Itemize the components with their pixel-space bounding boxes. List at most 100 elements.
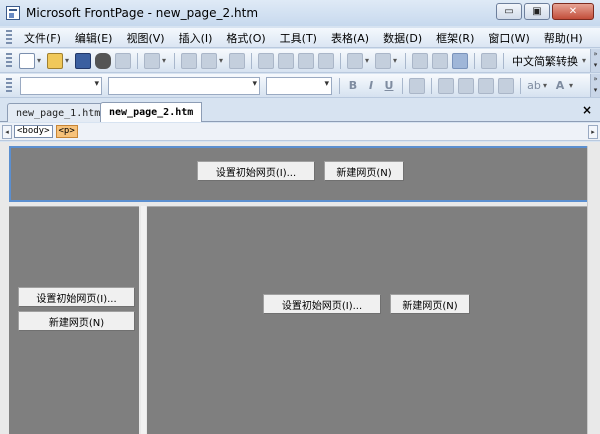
close-button[interactable]: ✕ xyxy=(552,3,594,20)
toolbar-separator xyxy=(340,52,341,69)
cut-icon[interactable] xyxy=(258,52,274,69)
menu-window[interactable]: 窗口(W) xyxy=(481,30,536,46)
paste-icon[interactable] xyxy=(298,52,314,69)
preview-icon[interactable] xyxy=(201,52,217,69)
menu-data[interactable]: 数据(D) xyxy=(376,30,429,46)
tag-scroll-right-icon[interactable]: ▸ xyxy=(588,124,598,139)
tab-new-page-2[interactable]: new_page_2.htm xyxy=(100,102,203,122)
main-new-page-button[interactable]: 新建网页(N) xyxy=(390,294,470,314)
top-set-initial-page-button[interactable]: 设置初始网页(I)... xyxy=(197,161,315,181)
align-center-icon[interactable] xyxy=(409,77,425,94)
highlight-dropdown-icon[interactable]: ▾ xyxy=(543,81,551,90)
toolbar-separator xyxy=(137,52,138,69)
menu-edit[interactable]: 编辑(E) xyxy=(68,30,120,46)
frame-left[interactable]: 设置初始网页(I)... 新建网页(N) xyxy=(9,206,139,434)
new-dropdown-icon[interactable]: ▾ xyxy=(37,56,45,65)
tag-body[interactable]: <body> xyxy=(14,125,53,138)
frames-design-area: 设置初始网页(I)... 新建网页(N) 设置初始网页(I)... 新建网页(N… xyxy=(0,142,600,434)
toolbar-separator xyxy=(339,77,340,94)
frame-splitter[interactable] xyxy=(141,206,146,434)
numbered-list-icon[interactable] xyxy=(438,77,454,94)
menu-file[interactable]: 文件(F) xyxy=(17,30,68,46)
toolbar-options-icon[interactable]: » ▾ xyxy=(590,49,600,72)
insert-layer-icon[interactable] xyxy=(452,52,468,69)
window-title: Microsoft FrontPage - new_page_2.htm xyxy=(26,6,259,20)
window-controls: ▭ ▣ ✕ xyxy=(496,3,594,20)
format-painter-icon[interactable] xyxy=(318,52,334,69)
document-tabs: new_page_1.htm new_page_2.htm × xyxy=(0,100,600,122)
frame-top[interactable]: 设置初始网页(I)... 新建网页(N) xyxy=(9,146,589,202)
title-bar: Microsoft FrontPage - new_page_2.htm ▭ ▣… xyxy=(0,0,600,26)
menu-tools[interactable]: 工具(T) xyxy=(273,30,324,46)
insert-component-icon[interactable] xyxy=(412,52,428,69)
menu-frames[interactable]: 框架(R) xyxy=(429,30,481,46)
menu-view[interactable]: 视图(V) xyxy=(119,30,171,46)
toolbar-options-icon[interactable]: » ▾ xyxy=(590,74,600,97)
main-set-initial-page-button[interactable]: 设置初始网页(I)... xyxy=(263,294,381,314)
tag-scroll-left-icon[interactable]: ◂ xyxy=(2,124,12,139)
font-color-dropdown-icon[interactable]: ▾ xyxy=(569,81,577,90)
font-size-select[interactable] xyxy=(266,76,332,95)
pane-dropdown-icon[interactable]: ▾ xyxy=(162,56,170,65)
maximize-button[interactable]: ▣ xyxy=(524,3,550,20)
toolbar-separator xyxy=(431,77,432,94)
chinese-conversion-button[interactable]: 中文简繁转换 xyxy=(508,53,582,69)
minimize-button[interactable]: ▭ xyxy=(496,3,522,20)
left-new-page-button[interactable]: 新建网页(N) xyxy=(18,311,135,331)
menu-help[interactable]: 帮助(H) xyxy=(537,30,590,46)
insert-table-icon[interactable] xyxy=(432,52,448,69)
bulleted-list-icon[interactable] xyxy=(458,77,474,94)
open-dropdown-icon[interactable]: ▾ xyxy=(65,56,73,65)
preview-dropdown-icon[interactable]: ▾ xyxy=(219,56,227,65)
save-icon[interactable] xyxy=(75,52,91,69)
copy-icon[interactable] xyxy=(278,52,294,69)
publish-icon[interactable] xyxy=(115,52,131,69)
undo-icon[interactable] xyxy=(347,52,363,69)
menu-format[interactable]: 格式(O) xyxy=(219,30,272,46)
close-document-icon[interactable]: × xyxy=(582,103,592,117)
toolbar-separator xyxy=(174,52,175,69)
toolbar-separator xyxy=(520,77,521,94)
toolbar-separator xyxy=(503,52,504,69)
frame-main[interactable]: 设置初始网页(I)... 新建网页(N) xyxy=(147,206,587,434)
quick-tag-selector: ◂ <body> <p> ▸ xyxy=(0,123,600,141)
open-folder-icon[interactable] xyxy=(47,52,63,69)
tag-p[interactable]: <p> xyxy=(55,125,78,138)
toolbar-separator xyxy=(405,52,406,69)
style-select[interactable] xyxy=(20,76,102,95)
highlight-color-button[interactable]: ab xyxy=(526,78,542,94)
menubar-grip-handle[interactable] xyxy=(6,29,12,46)
standard-toolbar: ▾ ▾ ▾ ▾ ▾ ▾ 中文简繁转换 ▾ » ▾ xyxy=(0,49,600,73)
frontpage-app-icon[interactable] xyxy=(6,6,20,20)
menu-bar: 文件(F) 编辑(E) 视图(V) 插入(I) 格式(O) 工具(T) 表格(A… xyxy=(0,28,600,48)
undo-dropdown-icon[interactable]: ▾ xyxy=(365,56,373,65)
vertical-scrollbar[interactable] xyxy=(587,146,600,434)
bold-button[interactable]: B xyxy=(345,78,361,94)
toolbar-grip-handle[interactable] xyxy=(6,77,12,94)
font-color-button[interactable]: A xyxy=(552,78,568,94)
toolbar-grip-handle[interactable] xyxy=(6,52,12,69)
conversion-dropdown-icon[interactable]: ▾ xyxy=(582,56,590,65)
left-set-initial-page-button[interactable]: 设置初始网页(I)... xyxy=(18,287,135,307)
italic-button[interactable]: I xyxy=(363,78,379,94)
underline-button[interactable]: U xyxy=(381,78,397,94)
menu-insert[interactable]: 插入(I) xyxy=(172,30,220,46)
toolbar-separator xyxy=(474,52,475,69)
redo-dropdown-icon[interactable]: ▾ xyxy=(393,56,401,65)
menu-table[interactable]: 表格(A) xyxy=(324,30,376,46)
toggle-pane-icon[interactable] xyxy=(144,52,160,69)
new-page-icon[interactable] xyxy=(19,52,35,69)
toolbar-separator xyxy=(251,52,252,69)
spelling-icon[interactable] xyxy=(229,52,245,69)
tab-new-page-1[interactable]: new_page_1.htm xyxy=(7,103,110,122)
increase-indent-icon[interactable] xyxy=(498,77,514,94)
redo-icon[interactable] xyxy=(375,52,391,69)
top-new-page-button[interactable]: 新建网页(N) xyxy=(324,161,404,181)
formatting-toolbar: B I U ab ▾ A ▾ »▾ xyxy=(0,74,600,98)
decrease-indent-icon[interactable] xyxy=(478,77,494,94)
print-icon[interactable] xyxy=(181,52,197,69)
font-select[interactable] xyxy=(108,76,260,95)
toolbar-separator xyxy=(402,77,403,94)
hyperlink-icon[interactable] xyxy=(481,52,497,69)
search-icon[interactable] xyxy=(95,52,111,69)
